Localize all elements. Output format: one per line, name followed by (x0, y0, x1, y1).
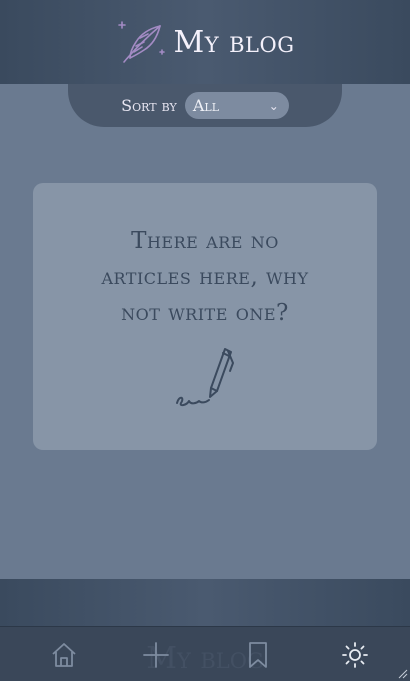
empty-state-line: not write one? (121, 300, 289, 326)
bookmark-icon (249, 642, 267, 668)
app-header: My blog (0, 0, 410, 84)
chevron-down-icon: ⌄ (268, 98, 279, 113)
home-icon (52, 643, 76, 667)
blog-title: My blog (173, 24, 295, 60)
bottom-navbar: My blog (0, 626, 410, 681)
pen-writing-icon (176, 348, 234, 407)
empty-state-line: There are no (131, 228, 279, 254)
feather-icon (117, 21, 165, 63)
sun-icon (342, 642, 368, 668)
sort-label: Sort by (121, 96, 177, 115)
nav-home-button[interactable] (46, 637, 82, 673)
empty-state-line: articles here, why (101, 264, 309, 290)
plus-icon (143, 642, 169, 668)
nav-theme-button[interactable] (337, 637, 373, 673)
nav-add-button[interactable] (138, 637, 174, 673)
empty-state-message: There are no articles here, why not writ… (33, 223, 377, 331)
footer-band (0, 579, 410, 626)
empty-state-card: There are no articles here, why not writ… (33, 183, 377, 450)
sort-select[interactable]: All ⌄ (184, 92, 289, 119)
resize-handle-icon[interactable] (398, 669, 408, 679)
nav-bookmarks-button[interactable] (240, 637, 276, 673)
sort-selected-value: All (192, 96, 219, 115)
sort-bar: Sort by All ⌄ (68, 84, 342, 127)
